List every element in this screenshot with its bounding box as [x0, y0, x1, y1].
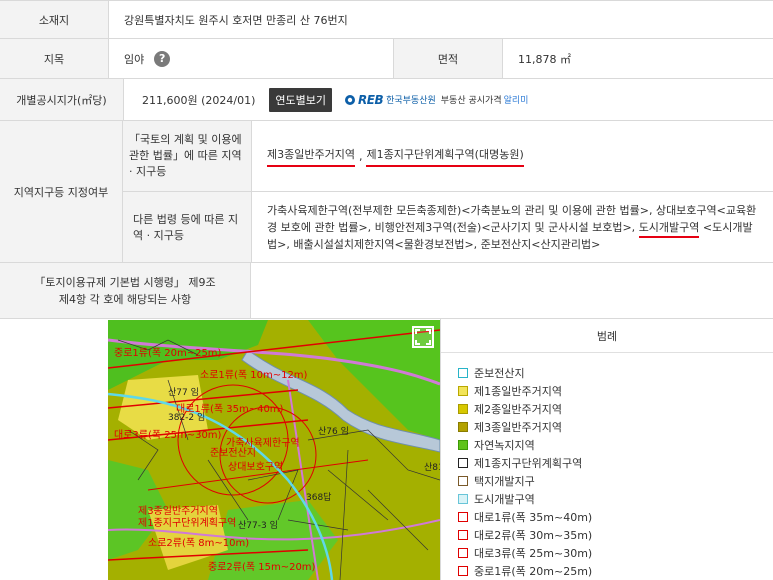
- legend-swatch-icon: [458, 368, 468, 378]
- zone-section-label: 지역지구등 지정여부: [0, 121, 122, 262]
- legend-title: 범례: [441, 320, 773, 353]
- legend-label: 택지개발지구: [474, 475, 535, 488]
- legend-list: 준보전산지제1종일반주거지역제2종일반주거지역제3종일반주거지역자연녹지지역제1…: [458, 364, 592, 580]
- legend-item: 제2종일반주거지역: [458, 400, 592, 418]
- reb-logo-icon: [345, 94, 355, 105]
- legend-item: 택지개발지구: [458, 472, 592, 490]
- legend-swatch-icon: [458, 512, 468, 522]
- help-icon[interactable]: ?: [154, 50, 171, 67]
- jimok-row: 지목 임야 ? 면적 11,878 ㎡: [0, 38, 773, 78]
- zone-urban-development: 도시개발구역: [638, 221, 700, 238]
- legend-item: 자연녹지지역: [458, 436, 592, 454]
- location-row: 소재지 강원특별자치도 원주시 호저면 만종리 산 76번지: [0, 0, 773, 38]
- map-left-blank: [0, 319, 108, 580]
- law2-label: 다른 법령 등에 따른 지역 · 지구등: [123, 192, 251, 263]
- jimok-label: 지목: [0, 39, 108, 78]
- legend-swatch-icon: [458, 476, 468, 486]
- law1-label: 「국토의 계획 및 이용에 관한 법률」에 따른 지역 · 지구등: [123, 121, 251, 191]
- reb-sub-text: 부동산 공시가격: [440, 96, 502, 106]
- legend-item: 대로1류(폭 35m~40m): [458, 508, 592, 526]
- jimok-value-cell: 임야 ?: [124, 39, 394, 78]
- legend-item: 제1종일반주거지역: [458, 382, 592, 400]
- map-label: 대로3류(폭 25m~30m): [114, 429, 222, 441]
- price-label: 개별공시지가(㎡당): [0, 79, 123, 120]
- decree-value: [266, 263, 773, 318]
- map-label: 제3종일반주거지역: [138, 505, 218, 517]
- map-label: 소로2류(폭 8m~10m): [148, 537, 249, 549]
- reb-logo-link[interactable]: REB 한국부동산원 부동산 공시가격 알리미: [344, 93, 528, 107]
- legend-label: 대로1류(폭 35m~40m): [474, 511, 593, 524]
- map-label: 상대보호구역: [228, 461, 283, 473]
- legend-label: 제2종일반주거지역: [474, 403, 562, 416]
- legend-label: 대로3류(폭 25m~30m): [474, 547, 593, 560]
- jimok-value: 임야: [124, 52, 145, 66]
- map-label: 중로1류(폭 20m~25m): [114, 347, 222, 359]
- law1-value: 제3종일반주거지역 , 제1종지구단위계획구역(대명농원): [267, 121, 773, 191]
- map-label: 제1종지구단위계획구역: [138, 516, 236, 529]
- law2-row: 다른 법령 등에 따른 지역 · 지구등 가축사육제한구역(전부제한 모든축종제…: [123, 191, 773, 263]
- map-label: 산77 임: [168, 386, 199, 398]
- map-label: 준보전산지: [210, 447, 256, 459]
- price-value-cell: 211,600원 (2024/01) 연도별보기 REB 한국부동산원 부동산 …: [142, 79, 773, 120]
- area-value: 11,878 ㎡: [518, 52, 571, 66]
- legend-swatch-icon: [458, 422, 468, 432]
- expand-icon: [415, 329, 431, 345]
- legend-swatch-icon: [458, 458, 468, 468]
- area-label: 면적: [394, 39, 502, 78]
- land-use-map[interactable]: 중로1류(폭 20m~25m) 소로1류(폭 10m~12m) 대로1류(폭 3…: [108, 320, 440, 580]
- reb-mark-text: REB: [358, 92, 384, 107]
- legend-swatch-icon: [458, 404, 468, 414]
- legend-swatch-icon: [458, 530, 468, 540]
- decree-label: 「토지이용규제 기본법 시행령」 제9조 제4항 각 호에 해당되는 사항: [0, 263, 250, 318]
- map-graphic: 중로1류(폭 20m~25m) 소로1류(폭 10m~12m) 대로1류(폭 3…: [108, 320, 440, 580]
- fullscreen-expand-icon[interactable]: [412, 326, 434, 348]
- price-value: 211,600원 (2024/01): [142, 93, 256, 107]
- law2-value: 가축사육제한구역(전부제한 모든축종제한)<가축분뇨의 관리 및 이용에 관한 …: [267, 204, 757, 251]
- legend-label: 대로2류(폭 30m~35m): [474, 529, 593, 542]
- map-label: 산76 임: [318, 425, 349, 437]
- legend-label: 자연녹지지역: [474, 439, 535, 452]
- reb-brand-text: 알리미: [503, 96, 529, 106]
- legend-item: 대로2류(폭 30m~35m): [458, 526, 592, 544]
- legend-label: 중로1류(폭 20m~25m): [474, 565, 593, 578]
- zone-section: 지역지구등 지정여부 「국토의 계획 및 이용에 관한 법률」에 따른 지역 ·…: [0, 120, 773, 263]
- map-label: 소로1류(폭 10m~12m): [200, 369, 308, 381]
- decree-row: 「토지이용규제 기본법 시행령」 제9조 제4항 각 호에 해당되는 사항: [0, 262, 773, 318]
- legend-label: 제1종일반주거지역: [474, 385, 562, 398]
- legend-label: 준보전산지: [474, 367, 525, 380]
- law1-row: 「국토의 계획 및 이용에 관한 법률」에 따른 지역 · 지구등 제3종일반주…: [123, 121, 773, 191]
- map-label: 중로2류(폭 15m~20m): [208, 561, 316, 573]
- map-label: 368답: [306, 491, 331, 503]
- legend-label: 도시개발구역: [474, 493, 535, 506]
- legend-label: 제1종지구단위계획구역: [474, 457, 583, 470]
- legend-item: 도시개발구역: [458, 490, 592, 508]
- legend-swatch-icon: [458, 566, 468, 576]
- map-label: 산81 임: [424, 461, 440, 473]
- zone-district-plan: 제1종지구단위계획구역(대명농원): [366, 146, 524, 167]
- legend-swatch-icon: [458, 440, 468, 450]
- legend-swatch-icon: [458, 494, 468, 504]
- location-value: 강원특별자치도 원주시 호저면 만종리 산 76번지: [124, 13, 348, 27]
- price-row: 개별공시지가(㎡당) 211,600원 (2024/01) 연도별보기 REB …: [0, 78, 773, 120]
- reb-org-text: 한국부동산원: [386, 96, 436, 106]
- map-label: 산77-3 임: [238, 519, 278, 531]
- legend-item: 대로3류(폭 25m~30m): [458, 544, 592, 562]
- location-label: 소재지: [0, 1, 108, 38]
- legend-item: 준보전산지: [458, 364, 592, 382]
- legend-label: 제3종일반주거지역: [474, 421, 562, 434]
- yearly-view-button[interactable]: 연도별보기: [269, 87, 332, 112]
- legend-swatch-icon: [458, 548, 468, 558]
- map-label: 382-2 임: [168, 411, 205, 423]
- zone-3rd-residential: 제3종일반주거지역: [267, 146, 355, 167]
- legend-item: 제1종지구단위계획구역: [458, 454, 592, 472]
- legend-item: 중로1류(폭 20m~25m): [458, 562, 592, 580]
- legend-item: 제3종일반주거지역: [458, 418, 592, 436]
- legend-swatch-icon: [458, 386, 468, 396]
